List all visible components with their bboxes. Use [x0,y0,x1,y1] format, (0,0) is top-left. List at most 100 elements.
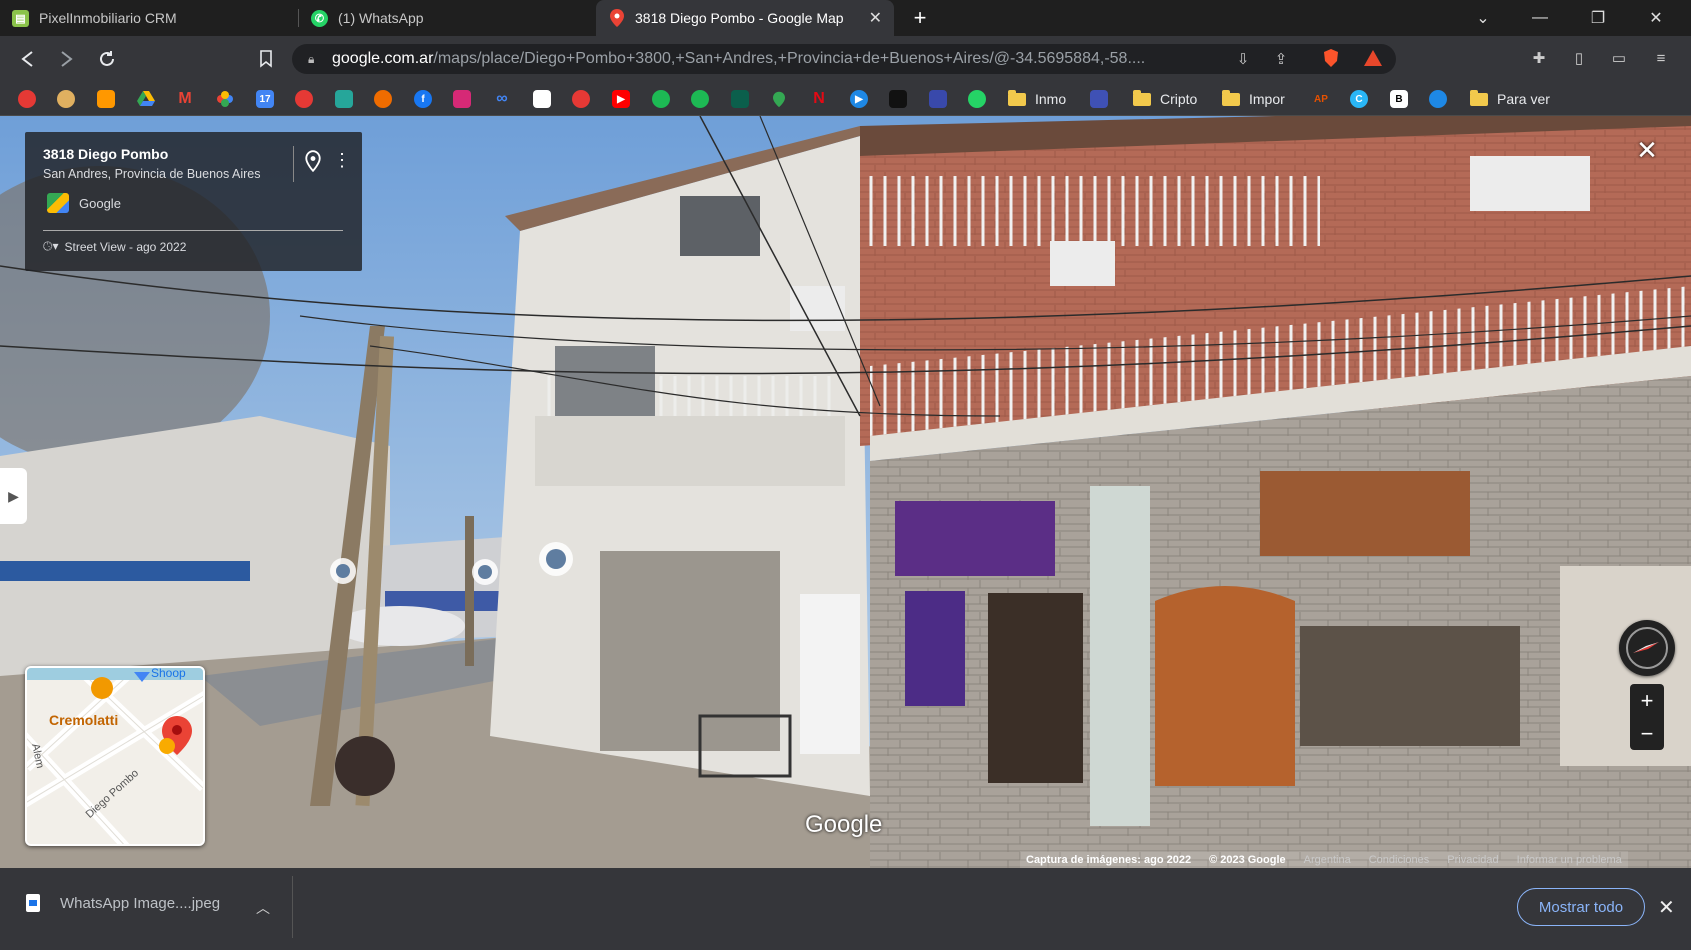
image-file-icon [26,894,40,912]
green-circle-icon[interactable] [652,90,670,108]
folder-icon [1133,89,1151,106]
minimap-roads [27,668,203,844]
blue-logo-icon[interactable] [1090,90,1108,108]
share-icon[interactable]: ⇪ [1270,49,1292,69]
google-maps-icon[interactable] [770,90,788,108]
zoom-in-button[interactable]: + [1630,684,1664,717]
dark-app-icon[interactable] [889,90,907,108]
zoom-out-button[interactable]: − [1630,717,1664,750]
bowl-icon[interactable] [57,90,75,108]
tab-title: PixelInmobiliario CRM [39,10,177,26]
more-options-icon[interactable]: ⋮ [333,150,351,174]
chevron-up-icon[interactable]: ︿ [256,898,270,918]
install-app-icon[interactable]: ⇩ [1232,49,1254,69]
browser-toolbar: 🔒︎ google.com.ar/maps/place/Diego+Pombo+… [0,36,1691,82]
bookmark-folder-inmo[interactable]: Inmo [1008,89,1066,109]
menu-icon[interactable]: ≡ [1650,48,1672,68]
folder-icon [1222,89,1240,106]
address-bar[interactable]: 🔒︎ google.com.ar/maps/place/Diego+Pombo+… [292,44,1396,74]
minimize-button[interactable]: — [1517,0,1563,36]
location-pin-icon[interactable] [304,150,324,174]
close-window-button[interactable]: ✕ [1633,0,1679,36]
spotify-icon[interactable] [691,90,709,108]
street-view-history[interactable]: 🕓︎▾ Street View - ago 2022 [43,239,186,254]
tab-close-icon[interactable]: ✕ [869,8,882,28]
map-footer: Captura de imágenes: ago 2022 © 2023 Goo… [1020,851,1628,868]
tab-crm[interactable]: ▤ PixelInmobiliario CRM [0,0,298,36]
c-logo-icon[interactable]: C [1350,90,1368,108]
tab-title: (1) WhatsApp [338,10,424,26]
orange-bars-icon[interactable] [97,90,115,108]
download-item[interactable]: WhatsApp Image....jpeg [26,894,220,912]
minimap-place-label: Cremolatti [49,712,119,728]
tab-google-maps[interactable]: 3818 Diego Pombo - Google Map ✕ [596,0,894,36]
brave-rewards-icon[interactable] [1362,48,1384,68]
tab-whatsapp[interactable]: ✆ (1) WhatsApp [299,0,595,36]
terms-link[interactable]: Condiciones [1369,854,1430,866]
copyright: © 2023 Google [1209,853,1286,866]
expand-panel-button[interactable]: ▶ [0,468,27,524]
brave-shields-icon[interactable] [1320,48,1342,68]
red-app-icon[interactable] [18,90,36,108]
circle-app-icon[interactable] [295,90,313,108]
side-panel-icon[interactable]: ▯ [1568,48,1590,68]
close-street-view-icon[interactable]: ✕ [1633,135,1661,165]
bookmarks-bar: M 17 f ∞ ▶ N ▶ Inmo Cripto Impor AP C B … [0,82,1691,116]
report-problem-link[interactable]: Informar un problema [1517,854,1622,866]
lock-icon: 🔒︎ [308,52,315,66]
tab-strip: ▤ PixelInmobiliario CRM ✆ (1) WhatsApp 3… [0,0,1691,36]
netflix-icon[interactable]: N [810,90,828,108]
meta-icon[interactable]: ∞ [493,90,511,108]
b-logo-icon[interactable]: B [1390,90,1408,108]
street-view-panorama[interactable]: 3818 Diego Pombo San Andres, Provincia d… [0,116,1691,868]
dark-green-app-icon[interactable] [731,90,749,108]
divider [43,230,343,231]
crm-favicon-icon: ▤ [12,9,29,27]
tab-title: 3818 Diego Pombo - Google Map [635,10,844,26]
youtube-icon[interactable]: ▶ [612,90,630,108]
show-all-downloads-button[interactable]: Mostrar todo [1517,888,1645,926]
red-blue-flag-icon[interactable] [929,90,947,108]
new-tab-button[interactable]: + [906,4,934,32]
capture-date: Captura de imágenes: ago 2022 [1026,853,1192,866]
forward-button[interactable] [52,44,82,74]
wallet-icon[interactable]: ▭ [1608,48,1630,68]
facebook-icon[interactable]: f [414,90,432,108]
reload-button[interactable] [92,44,122,74]
back-button[interactable] [12,44,42,74]
google-photos-icon[interactable] [216,90,234,108]
blue-dot-icon[interactable] [1429,90,1447,108]
google-drive-icon[interactable] [137,90,155,108]
tab-search-icon[interactable]: ⌄ [1460,0,1506,36]
calendar-icon[interactable]: 17 [256,90,274,108]
orange-circle-icon[interactable] [374,90,392,108]
bookmark-folder-para-ver[interactable]: Para ver [1470,89,1550,109]
privacy-link[interactable]: Privacidad [1447,854,1498,866]
reload-icon [100,51,114,66]
blue-play-icon[interactable]: ▶ [850,90,868,108]
divider [292,876,293,938]
instagram-icon[interactable] [453,90,471,108]
building-app-icon[interactable] [335,90,353,108]
url-text[interactable]: google.com.ar/maps/place/Diego+Pombo+380… [332,50,1212,68]
restore-button[interactable]: ❐ [1575,0,1621,36]
extensions-icon[interactable]: ✚ [1528,48,1550,68]
red-target-icon[interactable] [572,90,590,108]
forward-arrow-icon [61,51,73,67]
whatsapp-icon: ✆ [311,9,328,27]
ap-logo-icon[interactable]: AP [1310,90,1332,108]
whatsapp-bookmark-icon[interactable] [968,90,986,108]
bookmark-folder-impor[interactable]: Impor [1222,89,1285,109]
google-ads-icon[interactable] [533,90,551,108]
zoom-controls: + − [1630,684,1664,750]
minimap[interactable]: Cremolatti Diego Pombo Alem Shoop [25,666,205,846]
compass-button[interactable] [1619,620,1675,676]
compass-icon [1626,627,1668,669]
gmail-icon[interactable]: M [176,90,194,108]
country-link[interactable]: Argentina [1304,854,1351,866]
bookmark-button[interactable] [251,44,281,74]
google-maps-logo-icon [47,193,69,213]
google-maps-pin-icon [608,9,625,27]
close-download-bar-icon[interactable]: ✕ [1658,895,1675,920]
bookmark-folder-cripto[interactable]: Cripto [1133,89,1197,109]
